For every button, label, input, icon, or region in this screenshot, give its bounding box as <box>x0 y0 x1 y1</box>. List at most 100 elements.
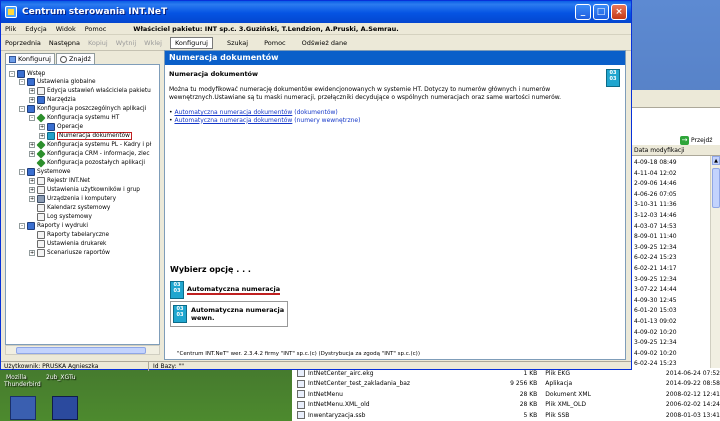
maximize-button[interactable]: □ <box>593 4 609 20</box>
search-button[interactable]: Szukaj <box>227 39 248 47</box>
tree-item[interactable]: - Ustawienia globalne <box>19 77 96 86</box>
tree-item-label: Scenariusze raportów <box>47 249 110 256</box>
link-auto-numbering-internal[interactable]: Automatyczna numeracja dokumentów <box>174 117 292 124</box>
refresh-button[interactable]: Odśwież dane <box>302 39 347 47</box>
tree-item[interactable]: + Ustawienia użytkowników i grup <box>29 185 140 194</box>
expand-icon[interactable]: + <box>29 87 35 94</box>
collapse-icon[interactable]: - <box>19 105 25 112</box>
collapse-icon[interactable]: - <box>19 222 25 229</box>
collapse-icon[interactable]: - <box>9 70 15 77</box>
menu-file[interactable]: Plik <box>5 25 16 33</box>
doc-icon <box>37 176 45 185</box>
desktop-icon-floppy[interactable] <box>52 396 78 420</box>
menu-help[interactable]: Pomoc <box>85 25 107 33</box>
configure-button[interactable]: Konfiguruj <box>169 36 213 49</box>
expand-icon[interactable]: + <box>39 132 45 139</box>
tree-item[interactable]: + Konfiguracja CRM - informacje, zlec <box>29 148 150 159</box>
tree-item[interactable]: + Rejestr INT.Net <box>29 176 90 185</box>
tree-item[interactable]: - Raporty i wydruki <box>19 221 88 230</box>
file-date: 2006-02-02 14:24 <box>665 401 720 409</box>
content-subtitle: Numeracja dokumentów <box>169 70 259 78</box>
minimize-button[interactable]: _ <box>575 4 591 20</box>
tree-item[interactable]: Ustawienia drukarek <box>29 239 106 248</box>
tree-item[interactable]: - Konfiguracja poszczególnych aplikacji <box>19 104 146 113</box>
file-row[interactable]: Inwentaryzacja.ssb 5 KB Plik SSB 2008-01-03… <box>292 410 720 421</box>
tree-item-label: Operacje <box>57 123 84 130</box>
collapse-icon[interactable]: - <box>19 168 25 175</box>
option-auto-numbering[interactable]: 03 03 Automatyczna numeracja <box>170 281 281 299</box>
tree-item-label: Ustawienia globalne <box>37 78 96 85</box>
tree-item[interactable]: - Konfiguracja systemu HT <box>29 112 119 123</box>
explorer-toolbar <box>631 90 720 108</box>
status-db-id: Id Bazy: "" <box>153 363 184 370</box>
tree-item-label: Konfiguracja systemu PL - Kadry i pł <box>47 141 152 148</box>
tab-configure[interactable]: Konfiguruj <box>5 53 55 64</box>
scroll-up-icon[interactable]: ▲ <box>712 156 720 165</box>
expand-icon[interactable]: + <box>29 150 35 157</box>
expand-icon[interactable]: + <box>39 123 45 130</box>
link-auto-numbering-documents[interactable]: Automatyczna numeracja dokumentów <box>174 109 292 116</box>
option-auto-numbering-internal[interactable]: 03 03 Automatyczna numeracja wewn. <box>170 301 288 327</box>
tree-item-label: Log systemowy <box>47 213 92 220</box>
tree-item[interactable]: + Edycja ustawień właściciela pakietu <box>29 86 151 95</box>
date-cell: 4-11-04 12:02 <box>634 169 677 177</box>
tree-item[interactable]: Kalendarz systemowy <box>29 203 110 212</box>
tree-item[interactable]: + Konfiguracja systemu PL - Kadry i pł <box>29 139 152 150</box>
config-tree: - Wstęp - Ustawienia globalne + Edycja ustawi… <box>5 64 160 345</box>
menu-bar: Plik Edycja Widok Pomoc Właściciel pakie… <box>1 23 631 35</box>
tree-item[interactable]: + Operacje <box>39 122 83 131</box>
collapse-icon[interactable]: - <box>29 114 35 121</box>
file-row[interactable]: IntNetMenu 28 KB Dokument XML 2008-02-12 12… <box>292 389 720 400</box>
tree-horizontal-scrollbar[interactable] <box>5 345 160 355</box>
title-bar[interactable]: Centrum sterowania INT.NeT _ □ × <box>1 1 631 23</box>
help-button[interactable]: Pomoc <box>264 39 286 47</box>
scroll-thumb[interactable] <box>712 168 720 208</box>
tree-item[interactable]: Log systemowy <box>29 212 92 221</box>
package-owner: Właściciel pakietu: INT sp.c. 3.Guziński… <box>133 24 399 33</box>
expand-icon[interactable]: + <box>29 186 35 193</box>
next-button[interactable]: Następna <box>49 39 80 47</box>
menu-edit[interactable]: Edycja <box>25 25 46 33</box>
expand-icon[interactable]: + <box>29 249 35 256</box>
prev-button[interactable]: Poprzednia <box>5 39 41 47</box>
magnifier-icon <box>59 55 67 63</box>
scroll-thumb[interactable] <box>16 347 146 354</box>
date-cell: 4-09-02 10:20 <box>634 349 677 357</box>
file-name: IntNetMenu.XML_old <box>308 401 370 409</box>
cut-button[interactable]: Wytnij <box>116 39 136 47</box>
expand-icon[interactable]: + <box>29 96 35 103</box>
tree-item[interactable]: + Numeracja dokumentów <box>39 131 132 140</box>
tree-item[interactable]: + Urządzenia i komputery <box>29 194 116 203</box>
tree-item[interactable]: Raporty tabelaryczne <box>29 230 109 239</box>
tree-item[interactable]: + Scenariusze raportów <box>29 248 110 257</box>
desktop-label-mozilla: Mozilla <box>6 374 27 381</box>
paste-button[interactable]: Wklej <box>144 39 162 47</box>
file-row[interactable]: IntNetCenter_test_zakladania_baz 9 256 KB… <box>292 379 720 390</box>
book-icon <box>37 95 45 104</box>
desktop-icon-app[interactable] <box>10 396 36 420</box>
file-date: 2008-01-03 13:41 <box>665 411 720 419</box>
diamond-icon <box>36 112 46 123</box>
doc-icon <box>37 212 45 221</box>
expand-icon[interactable]: + <box>29 177 35 184</box>
configure-icon <box>9 55 16 63</box>
close-button[interactable]: × <box>611 4 627 20</box>
tree-item[interactable]: Konfiguracja pozostałych aplikacji <box>29 157 145 168</box>
file-date: 2014-09-22 08:58 <box>665 380 720 388</box>
collapse-icon[interactable]: - <box>19 78 25 85</box>
expand-icon[interactable]: + <box>29 195 35 202</box>
tab-find[interactable]: Znajdź <box>55 53 95 64</box>
expand-icon[interactable]: + <box>29 141 35 148</box>
date-cell: 4-06-26 07:05 <box>634 190 677 198</box>
toolbar: Poprzednia Następna Kopiuj Wytnij Wklej … <box>1 35 631 51</box>
tree-item[interactable]: + Narzędzia <box>29 95 76 104</box>
doc-icon <box>37 185 45 194</box>
desktop-label-thunderbird: Thunderbird <box>4 381 41 388</box>
column-header-date[interactable]: Data modyfikacji <box>631 145 720 156</box>
file-row[interactable]: IntNetMenu.XML_old 28 KB Plik XML_OLD 2006-… <box>292 400 720 411</box>
menu-view[interactable]: Widok <box>56 25 76 33</box>
diamond-icon <box>36 139 46 150</box>
tree-item[interactable]: - Systemowe <box>19 167 70 176</box>
numbering-icon: 03 03 <box>170 281 184 299</box>
copy-button[interactable]: Kopiuj <box>88 39 108 47</box>
